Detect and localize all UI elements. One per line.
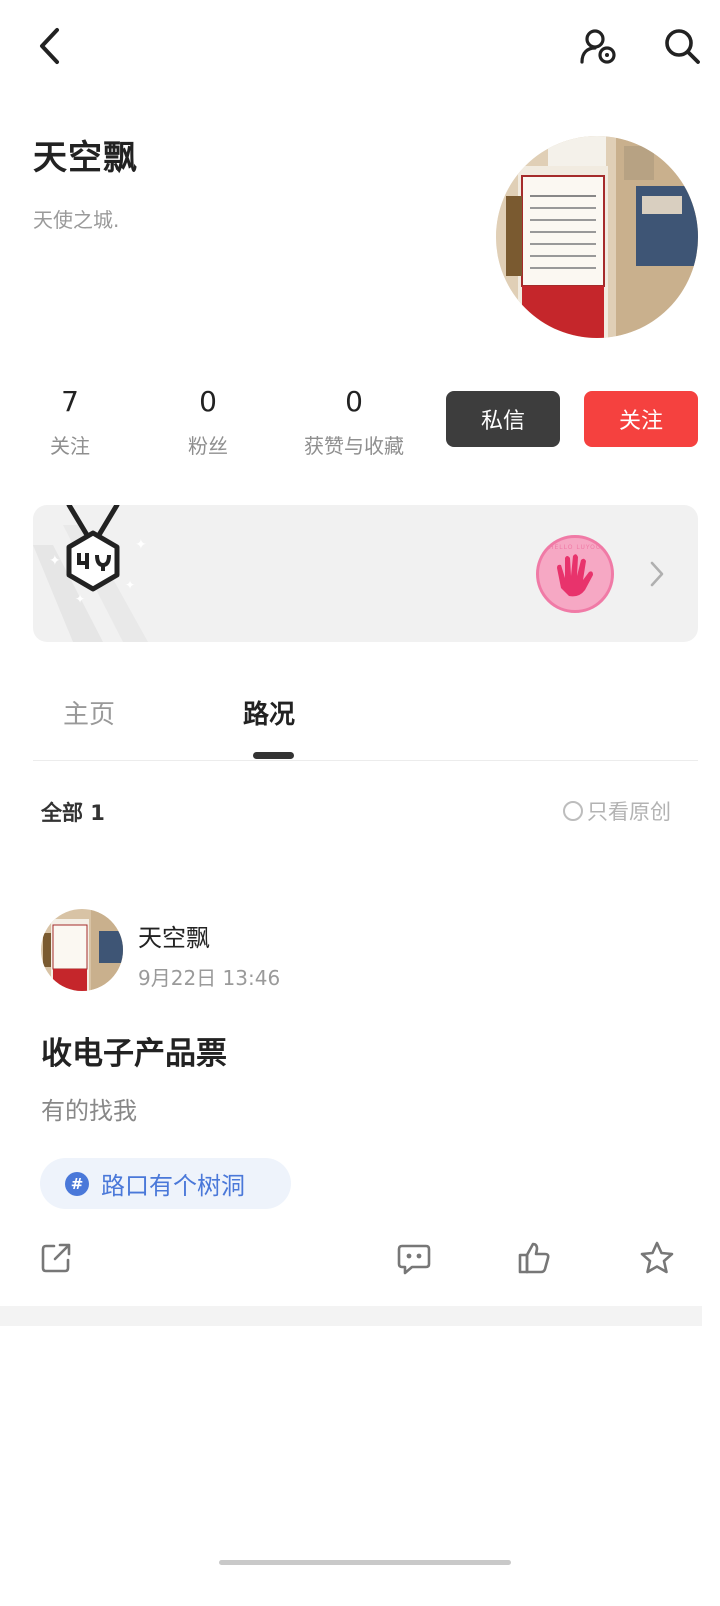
- profile-bio: 天使之城.: [33, 208, 120, 232]
- star-icon: [640, 1241, 674, 1274]
- svg-text:✦: ✦: [75, 592, 85, 606]
- tab-divider: [33, 760, 698, 761]
- chevron-left-icon: [40, 28, 59, 64]
- user-settings-icon: [580, 29, 616, 64]
- user-settings-button[interactable]: [576, 24, 620, 68]
- section-divider: [0, 1306, 702, 1326]
- svg-text:✦: ✦: [135, 537, 147, 553]
- tab-road[interactable]: 路况: [243, 694, 295, 731]
- stat-likes-label: 获赞与收藏: [304, 434, 404, 458]
- stat-fans-label: 粉丝: [188, 434, 228, 458]
- hashtag-icon: #: [65, 1171, 89, 1196]
- follow-button[interactable]: 关注: [584, 391, 698, 447]
- avatar[interactable]: [496, 136, 698, 338]
- like-button[interactable]: [514, 1238, 554, 1278]
- post-body[interactable]: 有的找我: [41, 1091, 137, 1126]
- comment-icon: [397, 1244, 431, 1275]
- search-button[interactable]: [660, 24, 704, 68]
- medal-icon: ✦ ✦ ✦ ✦: [49, 505, 147, 606]
- svg-text:✦: ✦: [49, 553, 61, 569]
- share-button[interactable]: [36, 1238, 76, 1278]
- post-time: 9月22日 13:46: [138, 966, 281, 990]
- profile-name: 天空飘: [33, 138, 138, 178]
- chevron-right-icon: [650, 561, 664, 587]
- comment-button[interactable]: [394, 1238, 434, 1278]
- like-icon: [518, 1242, 550, 1274]
- stat-fans-value: 0: [199, 385, 217, 418]
- home-indicator[interactable]: [219, 1560, 511, 1565]
- post-title[interactable]: 收电子产品票: [41, 1028, 227, 1073]
- share-icon: [41, 1243, 71, 1273]
- badge-card[interactable]: ✦ ✦ ✦ ✦ HELLO LUYOU: [33, 505, 698, 642]
- stat-following-value: 7: [61, 385, 79, 418]
- filter-all: 全部 1: [41, 801, 105, 825]
- favorite-button[interactable]: [637, 1238, 677, 1278]
- stat-likes[interactable]: 0 获赞与收藏: [294, 384, 414, 459]
- post-avatar[interactable]: [41, 909, 123, 991]
- stat-fans[interactable]: 0 粉丝: [178, 384, 238, 459]
- original-only-label: 只看原创: [587, 800, 671, 824]
- back-button[interactable]: [30, 26, 70, 66]
- post-author[interactable]: 天空飘: [138, 918, 210, 953]
- original-only-toggle[interactable]: 只看原创: [563, 796, 671, 826]
- topic-chip[interactable]: # 路口有个树洞: [40, 1158, 291, 1209]
- tab-home[interactable]: 主页: [63, 694, 115, 731]
- stat-following-label: 关注: [50, 434, 90, 458]
- tab-indicator: [253, 752, 294, 759]
- svg-text:✦: ✦: [125, 578, 135, 592]
- topic-label: 路口有个树洞: [101, 1172, 245, 1200]
- hello-sticker: HELLO LUYOU: [536, 535, 614, 613]
- sticker-text: HELLO LUYOU: [549, 544, 602, 551]
- stat-following[interactable]: 7 关注: [40, 384, 100, 459]
- radio-icon: [563, 801, 583, 821]
- message-button[interactable]: 私信: [446, 391, 560, 447]
- stat-likes-value: 0: [345, 385, 363, 418]
- search-icon: [665, 29, 700, 64]
